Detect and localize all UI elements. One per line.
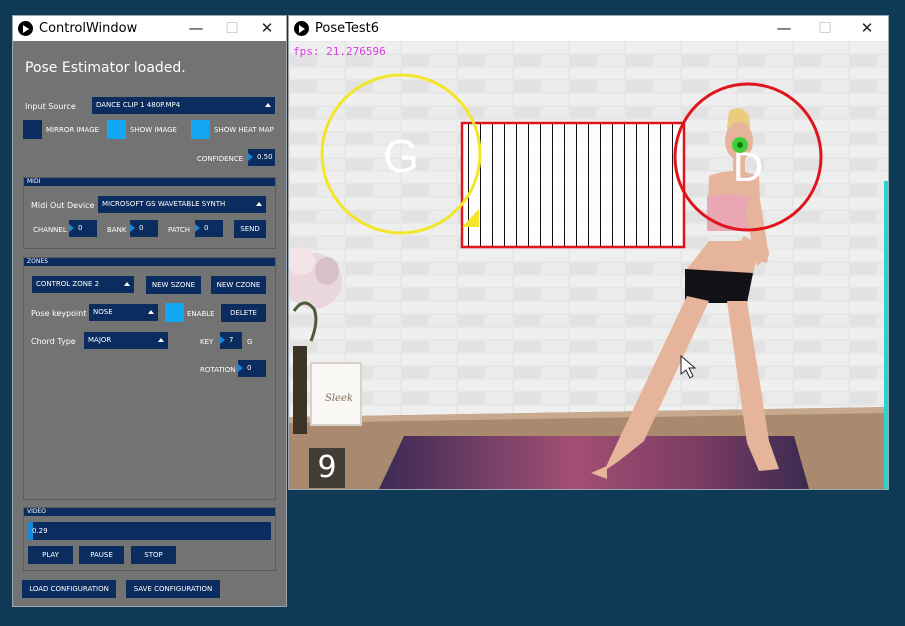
mirror-image-label: MIRROR IMAGE [46, 126, 100, 134]
play-button[interactable]: PLAY [28, 546, 73, 564]
fps-counter: fps: 21.276596 [293, 45, 386, 58]
key-label: KEY [200, 338, 214, 346]
chord-type-label: Chord Type [31, 337, 76, 346]
save-configuration-button[interactable]: SAVE CONFIGURATION [126, 580, 220, 598]
patch-label: PATCH [168, 226, 191, 234]
zone-select-dropdown[interactable]: CONTROL ZONE 2 [32, 276, 134, 293]
video-header: VIDEO [24, 508, 275, 516]
dropdown-arrow-icon [265, 103, 271, 107]
video-position-slider[interactable]: 0.29 [28, 522, 271, 540]
zones-header: ZONES [24, 258, 275, 266]
control-window-titlebar[interactable]: ControlWindow — ☐ ✕ [13, 16, 286, 41]
show-image-label: SHOW IMAGE [130, 126, 177, 134]
show-image-toggle[interactable] [107, 120, 126, 139]
delete-button[interactable]: DELETE [221, 304, 266, 322]
close-icon[interactable]: ✕ [849, 18, 885, 38]
svg-text:Sleek: Sleek [325, 393, 353, 404]
status-text: Pose Estimator loaded. [25, 60, 186, 76]
video-position-value: 0.29 [32, 527, 48, 535]
key-value[interactable]: 7 [220, 332, 242, 349]
load-configuration-button[interactable]: LOAD CONFIGURATION [22, 580, 116, 598]
input-source-label: Input Source [25, 102, 76, 111]
dropdown-arrow-icon [158, 338, 164, 342]
input-source-value: DANCE CLIP 1 480P.MP4 [96, 101, 181, 109]
video-section: VIDEO 0.29 PLAY PAUSE STOP [23, 507, 276, 571]
nose-keypoint-center [737, 142, 743, 148]
rotation-label: ROTATION [200, 366, 236, 374]
yoga-mat [379, 436, 809, 489]
send-button[interactable]: SEND [234, 220, 266, 238]
minimize-icon[interactable]: — [766, 18, 802, 38]
window-title: ControlWindow [39, 21, 138, 36]
enable-label: ENABLE [187, 310, 215, 318]
midi-header: MIDI [24, 178, 275, 186]
app-icon [18, 21, 33, 36]
video-edge-bar [884, 181, 888, 489]
bank-label: BANK [107, 226, 127, 234]
show-heat-map-toggle[interactable] [191, 120, 210, 139]
midi-out-device-value: MICROSOFT GS WAVETABLE SYNTH [102, 200, 226, 208]
pose-keypoint-label: Pose keypoint [31, 309, 87, 318]
video-frame: Sleek G D [289, 41, 888, 489]
zones-section: ZONES CONTROL ZONE 2 NEW SZONE NEW CZONE… [23, 257, 276, 500]
window-title: PoseTest6 [315, 21, 379, 36]
patch-value[interactable]: 0 [195, 220, 223, 237]
channel-label: CHANNEL [33, 226, 67, 234]
mirror-image-toggle[interactable] [23, 120, 42, 139]
new-szone-button[interactable]: NEW SZONE [146, 276, 201, 294]
show-heat-map-label: SHOW HEAT MAP [214, 126, 274, 134]
dropdown-arrow-icon [256, 202, 262, 206]
midi-out-device-dropdown[interactable]: MICROSOFT GS WAVETABLE SYNTH [98, 196, 266, 213]
dropdown-arrow-icon [148, 310, 154, 314]
confidence-label: CONFIDENCE [197, 155, 244, 163]
app-icon [294, 21, 309, 36]
pose-keypoint-dropdown[interactable]: NOSE [89, 304, 158, 321]
control-zone-grid [462, 123, 684, 247]
input-source-dropdown[interactable]: DANCE CLIP 1 480P.MP4 [92, 97, 275, 114]
rotation-value[interactable]: 0 [238, 360, 266, 377]
stop-button[interactable]: STOP [131, 546, 176, 564]
zone-g-label: G [383, 130, 419, 182]
enable-toggle[interactable] [165, 303, 184, 322]
control-window: ControlWindow — ☐ ✕ Pose Estimator loade… [12, 15, 287, 607]
pose-keypoint-value: NOSE [93, 308, 113, 316]
pose-window-titlebar[interactable]: PoseTest6 — ☐ ✕ [289, 16, 888, 41]
channel-value[interactable]: 0 [69, 220, 97, 237]
video-canvas[interactable]: Sleek G D fps: 21.276596 9 [289, 41, 888, 489]
close-icon[interactable]: ✕ [249, 18, 285, 38]
control-panel: Pose Estimator loaded. Input Source DANC… [13, 41, 286, 606]
key-note: G [247, 338, 253, 346]
zone-select-value: CONTROL ZONE 2 [36, 280, 100, 288]
video-timer: 9 [309, 448, 345, 488]
pause-button[interactable]: PAUSE [79, 546, 124, 564]
midi-section: MIDI Midi Out Device MICROSOFT GS WAVETA… [23, 177, 276, 249]
chord-type-value: MAJOR [88, 336, 112, 344]
dropdown-arrow-icon [124, 282, 130, 286]
sleek-picture-frame: Sleek [310, 362, 362, 426]
chord-type-dropdown[interactable]: MAJOR [84, 332, 168, 349]
maximize-icon[interactable]: ☐ [807, 18, 843, 38]
minimize-icon[interactable]: — [178, 18, 214, 38]
confidence-value[interactable]: 0.50 [248, 149, 275, 166]
midi-out-device-label: Midi Out Device [31, 201, 95, 210]
pose-window: PoseTest6 — ☐ ✕ Sleek G D fps: 21.276596… [288, 15, 889, 490]
maximize-icon[interactable]: ☐ [214, 18, 250, 38]
new-czone-button[interactable]: NEW CZONE [211, 276, 266, 294]
bank-value[interactable]: 0 [130, 220, 158, 237]
